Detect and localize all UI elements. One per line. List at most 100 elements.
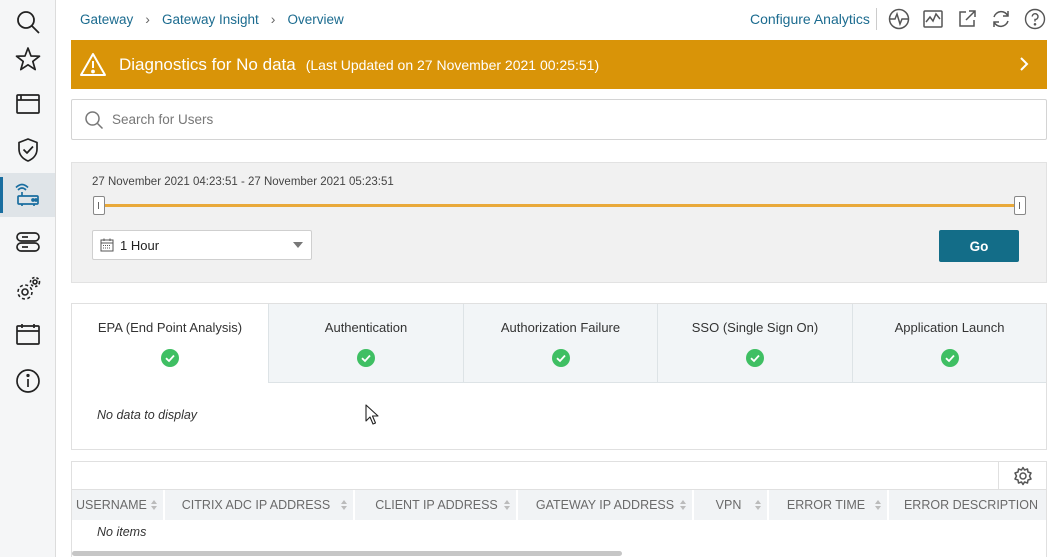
help-button[interactable] <box>1021 5 1048 33</box>
open-external-button[interactable] <box>953 5 981 33</box>
nav-settings[interactable] <box>0 267 55 311</box>
sort-icon <box>504 500 510 510</box>
tab-label: Application Launch <box>894 320 1005 335</box>
monitor-chart-button[interactable] <box>919 5 947 33</box>
nav-info[interactable] <box>0 359 55 403</box>
nav-infrastructure[interactable] <box>0 220 55 264</box>
breadcrumb: Gateway › Gateway Insight › Overview <box>80 11 344 27</box>
nav-calendar[interactable] <box>0 313 55 357</box>
diagnostics-banner[interactable]: Diagnostics for No data (Last Updated on… <box>71 40 1047 89</box>
tab-label: Authentication <box>324 320 408 335</box>
column-label: CITRIX ADC IP ADDRESS <box>181 498 331 512</box>
nav-gateway[interactable] <box>0 173 55 217</box>
sort-icon <box>151 500 157 510</box>
results-table: USERNAME CITRIX ADC IP ADDRESS CLIENT IP… <box>71 461 1047 557</box>
time-range-panel: 27 November 2021 04:23:51 - 27 November … <box>71 162 1047 283</box>
gateway-icon <box>14 183 39 206</box>
column-error-description[interactable]: ERROR DESCRIPTION <box>889 490 1046 520</box>
app-root: Gateway › Gateway Insight › Overview Con… <box>0 0 1048 557</box>
calendar-window-icon <box>15 324 40 345</box>
go-button[interactable]: Go <box>939 230 1019 262</box>
refresh-button[interactable] <box>987 5 1015 33</box>
column-gateway-ip[interactable]: GATEWAY IP ADDRESS <box>518 490 694 520</box>
settings-gears-icon <box>16 276 40 300</box>
slider-end-handle[interactable] <box>1014 196 1026 215</box>
column-label: VPN <box>715 498 742 512</box>
column-username[interactable]: USERNAME <box>72 490 165 520</box>
info-icon <box>15 369 40 393</box>
top-bar: Gateway › Gateway Insight › Overview Con… <box>56 0 1048 38</box>
tab-epa[interactable]: EPA (End Point Analysis) <box>72 304 268 383</box>
breadcrumb-separator-icon: › <box>145 11 150 27</box>
tab-authentication[interactable]: Authentication <box>268 304 463 383</box>
shield-check-icon <box>17 138 38 162</box>
gear-icon <box>1013 466 1032 486</box>
time-range-label: 27 November 2021 04:23:51 - 27 November … <box>92 176 394 188</box>
tab-label: Authorization Failure <box>500 320 621 335</box>
user-search-box <box>71 99 1047 140</box>
pulse-button[interactable] <box>885 5 913 33</box>
column-vpn[interactable]: VPN <box>694 490 769 520</box>
left-nav-rail <box>0 0 56 557</box>
caret-down-icon <box>293 242 303 248</box>
table-header: USERNAME CITRIX ADC IP ADDRESS CLIENT IP… <box>72 490 1046 520</box>
horizontal-scrollbar[interactable] <box>72 551 622 556</box>
duration-select[interactable]: 1 Hour <box>92 230 312 260</box>
monitor-chart-icon <box>923 10 943 28</box>
check-circle-icon <box>746 349 764 367</box>
tab-sso[interactable]: SSO (Single Sign On) <box>657 304 852 383</box>
column-error-time[interactable]: ERROR TIME <box>769 490 889 520</box>
refresh-icon <box>993 10 1009 28</box>
breadcrumb-separator-icon: › <box>270 11 276 27</box>
sort-icon <box>680 500 686 510</box>
nav-applications[interactable] <box>0 82 55 126</box>
top-toolbar <box>876 5 1048 33</box>
column-label: CLIENT IP ADDRESS <box>375 498 498 512</box>
mouse-pointer-icon <box>365 404 379 425</box>
tab-application-launch[interactable]: Application Launch <box>852 304 1046 383</box>
sort-icon <box>755 500 761 510</box>
breadcrumb-gateway-insight[interactable]: Gateway Insight <box>162 12 259 27</box>
chevron-right-icon <box>1020 57 1029 71</box>
calendar-icon <box>100 238 114 252</box>
check-circle-icon <box>940 349 959 367</box>
sort-icon <box>341 500 347 510</box>
tab-label: EPA (End Point Analysis) <box>97 320 243 335</box>
last-updated-text: (Last Updated on 27 November 2021 00:25:… <box>305 56 600 73</box>
star-icon <box>15 47 40 71</box>
column-label: GATEWAY IP ADDRESS <box>535 498 675 512</box>
external-link-icon <box>959 10 976 27</box>
server-stack-icon <box>15 232 40 252</box>
help-icon <box>1024 8 1046 30</box>
time-range-slider-track[interactable] <box>99 204 1020 207</box>
check-circle-icon <box>161 349 179 367</box>
check-circle-icon <box>357 349 375 367</box>
tab-label: SSO (Single Sign On) <box>691 320 819 335</box>
no-data-message: No data to display <box>97 408 198 422</box>
breadcrumb-overview: Overview <box>287 11 344 27</box>
column-label: USERNAME <box>76 498 147 512</box>
no-items-message: No items <box>97 525 147 539</box>
browser-window-icon <box>15 94 40 114</box>
diagnostics-tabs: EPA (End Point Analysis) Authentication … <box>72 304 1046 383</box>
diagnostics-title: Diagnostics for No data <box>119 54 296 74</box>
column-citrix-adc-ip[interactable]: CITRIX ADC IP ADDRESS <box>165 490 355 520</box>
table-settings-button[interactable] <box>998 462 1046 490</box>
nav-security[interactable] <box>0 128 55 172</box>
sort-icon <box>875 500 881 510</box>
column-label: ERROR DESCRIPTION <box>903 498 1038 512</box>
table-toolbar <box>72 462 1046 490</box>
slider-start-handle[interactable] <box>93 196 105 215</box>
warning-icon <box>80 52 106 76</box>
pulse-icon <box>888 8 910 30</box>
nav-favorites[interactable] <box>0 37 55 81</box>
duration-value: 1 Hour <box>120 237 160 253</box>
search-users-input[interactable] <box>112 112 1012 127</box>
column-client-ip[interactable]: CLIENT IP ADDRESS <box>355 490 518 520</box>
tab-authorization-failure[interactable]: Authorization Failure <box>463 304 657 383</box>
check-circle-icon <box>551 349 570 367</box>
breadcrumb-gateway[interactable]: Gateway <box>80 12 133 27</box>
configure-analytics-link[interactable]: Configure Analytics <box>750 11 870 27</box>
diagnostics-tab-panel: EPA (End Point Analysis) Authentication … <box>71 303 1047 450</box>
toolbar-divider <box>876 8 877 30</box>
